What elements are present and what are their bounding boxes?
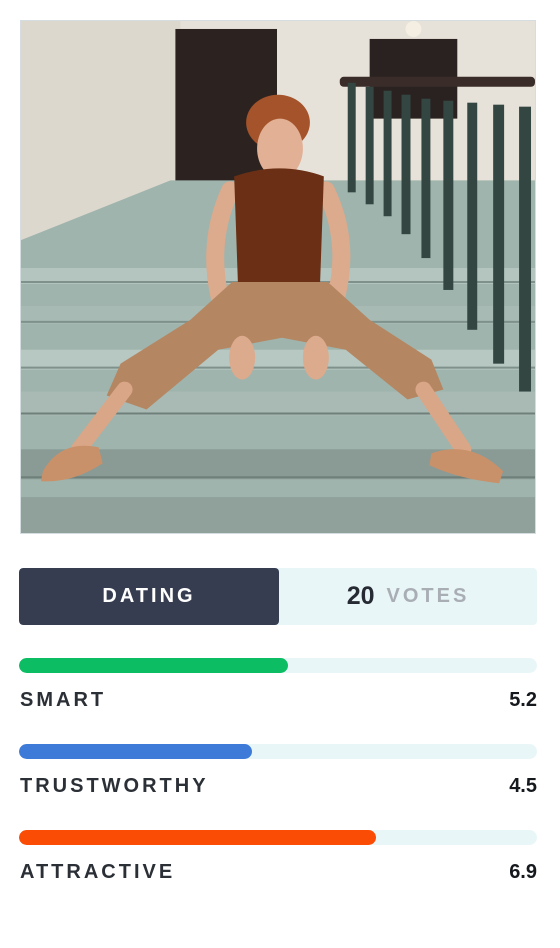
metric-name: ATTRACTIVE xyxy=(20,861,176,883)
metric-fill xyxy=(19,658,289,673)
metric-value: 4.5 xyxy=(509,775,537,797)
metric-name: TRUSTWORTHY xyxy=(20,775,209,797)
metric-attractive: ATTRACTIVE 6.9 xyxy=(19,830,537,884)
metric-value: 6.9 xyxy=(509,861,537,883)
votes-label: VOTES xyxy=(386,585,470,607)
metric-track xyxy=(19,658,537,673)
category-tab-dating[interactable]: DATING xyxy=(19,568,279,625)
category-label: DATING xyxy=(102,585,196,607)
metric-fill xyxy=(19,744,253,759)
profile-photo xyxy=(20,20,536,534)
metric-fill xyxy=(19,830,377,845)
metric-trustworthy: TRUSTWORTHY 4.5 xyxy=(19,744,537,798)
metric-track xyxy=(19,830,537,845)
metric-value: 5.2 xyxy=(509,689,537,711)
metric-name: SMART xyxy=(20,689,107,711)
metric-track xyxy=(19,744,537,759)
votes-count: 20 xyxy=(346,582,375,610)
votes-box: 20 VOTES xyxy=(279,568,537,625)
metric-smart: SMART 5.2 xyxy=(19,658,537,712)
photo-illustration xyxy=(21,21,535,533)
category-bar: DATING 20 VOTES xyxy=(19,568,537,625)
